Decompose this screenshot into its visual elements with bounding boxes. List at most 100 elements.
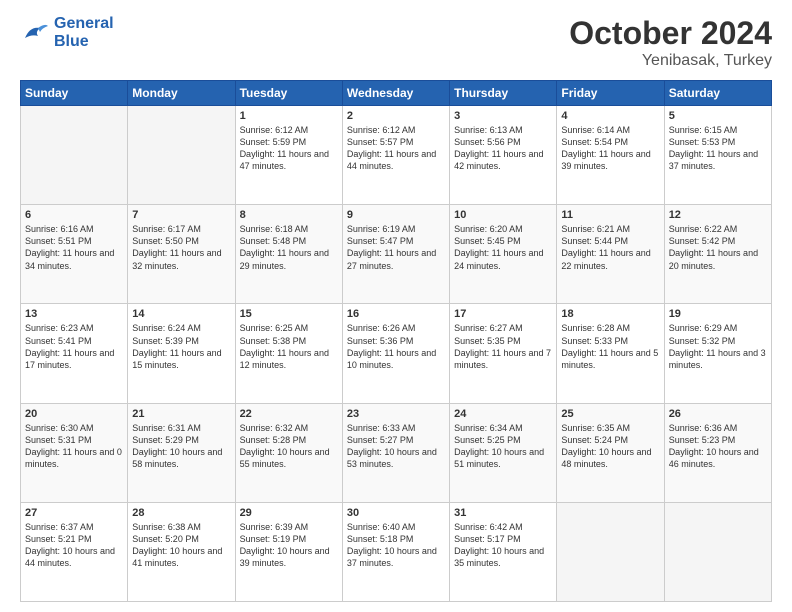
day-info: Sunrise: 6:30 AMSunset: 5:31 PMDaylight:… — [25, 422, 123, 471]
calendar-cell: 18 Sunrise: 6:28 AMSunset: 5:33 PMDayligh… — [557, 304, 664, 403]
day-number: 19 — [669, 308, 767, 320]
month-title: October 2024 — [569, 15, 772, 52]
day-info: Sunrise: 6:23 AMSunset: 5:41 PMDaylight:… — [25, 322, 123, 371]
day-number: 18 — [561, 308, 659, 320]
calendar-week-2: 6 Sunrise: 6:16 AMSunset: 5:51 PMDaylight… — [21, 205, 772, 304]
logo-icon — [20, 18, 50, 48]
calendar-cell: 24Sunrise: 6:34 AMSunset: 5:25 PMDayligh… — [450, 403, 557, 502]
day-info: Sunrise: 6:22 AMSunset: 5:42 PMDaylight:… — [669, 223, 767, 272]
day-info: Sunrise: 6:16 AMSunset: 5:51 PMDaylight:… — [25, 223, 123, 272]
day-number: 12 — [669, 209, 767, 221]
day-info: Sunrise: 6:20 AMSunset: 5:45 PMDaylight:… — [454, 223, 552, 272]
calendar-cell — [21, 106, 128, 205]
calendar-cell: 11Sunrise: 6:21 AMSunset: 5:44 PMDayligh… — [557, 205, 664, 304]
day-info: Sunrise: 6:36 AMSunset: 5:23 PMDaylight:… — [669, 422, 767, 471]
weekday-header-wednesday: Wednesday — [342, 81, 449, 106]
calendar-cell — [557, 502, 664, 601]
day-number: 7 — [132, 209, 230, 221]
day-info: Sunrise: 6:39 AMSunset: 5:19 PMDaylight:… — [240, 521, 338, 570]
day-info: Sunrise: 6:35 AMSunset: 5:24 PMDaylight:… — [561, 422, 659, 471]
calendar-cell: 23 Sunrise: 6:33 AMSunset: 5:27 PMDayligh… — [342, 403, 449, 502]
day-info: Sunrise: 6:12 AMSunset: 5:57 PMDaylight:… — [347, 124, 445, 173]
day-number: 15 — [240, 308, 338, 320]
weekday-header-thursday: Thursday — [450, 81, 557, 106]
day-info: Sunrise: 6:29 AMSunset: 5:32 PMDaylight:… — [669, 322, 767, 371]
day-number: 20 — [25, 408, 123, 420]
day-info: Sunrise: 6:31 AMSunset: 5:29 PMDaylight:… — [132, 422, 230, 471]
day-info: Sunrise: 6:18 AMSunset: 5:48 PMDaylight:… — [240, 223, 338, 272]
calendar-cell: 30 Sunrise: 6:40 AMSunset: 5:18 PMDayligh… — [342, 502, 449, 601]
day-number: 10 — [454, 209, 552, 221]
calendar-cell: 19 Sunrise: 6:29 AMSunset: 5:32 PMDayligh… — [664, 304, 771, 403]
day-info: Sunrise: 6:34 AMSunset: 5:25 PMDaylight:… — [454, 422, 552, 471]
day-number: 11 — [561, 209, 659, 221]
day-number: 1 — [240, 110, 338, 122]
calendar-week-4: 20 Sunrise: 6:30 AMSunset: 5:31 PMDayligh… — [21, 403, 772, 502]
day-number: 30 — [347, 507, 445, 519]
calendar-cell: 15Sunrise: 6:25 AMSunset: 5:38 PMDayligh… — [235, 304, 342, 403]
weekday-header-sunday: Sunday — [21, 81, 128, 106]
day-info: Sunrise: 6:33 AMSunset: 5:27 PMDaylight:… — [347, 422, 445, 471]
calendar-cell: 27 Sunrise: 6:37 AMSunset: 5:21 PMDayligh… — [21, 502, 128, 601]
calendar-table: SundayMondayTuesdayWednesdayThursdayFrid… — [20, 80, 772, 602]
calendar-cell: 7 Sunrise: 6:17 AMSunset: 5:50 PMDaylight… — [128, 205, 235, 304]
day-number: 22 — [240, 408, 338, 420]
calendar-cell: 13 Sunrise: 6:23 AMSunset: 5:41 PMDayligh… — [21, 304, 128, 403]
day-info: Sunrise: 6:13 AMSunset: 5:56 PMDaylight:… — [454, 124, 552, 173]
day-info: Sunrise: 6:37 AMSunset: 5:21 PMDaylight:… — [25, 521, 123, 570]
day-number: 5 — [669, 110, 767, 122]
day-info: Sunrise: 6:17 AMSunset: 5:50 PMDaylight:… — [132, 223, 230, 272]
weekday-header-monday: Monday — [128, 81, 235, 106]
day-number: 23 — [347, 408, 445, 420]
calendar-cell: 1 Sunrise: 6:12 AMSunset: 5:59 PMDaylight… — [235, 106, 342, 205]
calendar-cell: 8 Sunrise: 6:18 AMSunset: 5:48 PMDaylight… — [235, 205, 342, 304]
day-number: 8 — [240, 209, 338, 221]
calendar-cell: 21Sunrise: 6:31 AMSunset: 5:29 PMDayligh… — [128, 403, 235, 502]
day-info: Sunrise: 6:26 AMSunset: 5:36 PMDaylight:… — [347, 322, 445, 371]
day-number: 31 — [454, 507, 552, 519]
calendar-cell: 28Sunrise: 6:38 AMSunset: 5:20 PMDayligh… — [128, 502, 235, 601]
day-info: Sunrise: 6:19 AMSunset: 5:47 PMDaylight:… — [347, 223, 445, 272]
calendar-header-row: SundayMondayTuesdayWednesdayThursdayFrid… — [21, 81, 772, 106]
day-info: Sunrise: 6:15 AMSunset: 5:53 PMDaylight:… — [669, 124, 767, 173]
day-info: Sunrise: 6:14 AMSunset: 5:54 PMDaylight:… — [561, 124, 659, 173]
day-number: 27 — [25, 507, 123, 519]
calendar-cell: 9 Sunrise: 6:19 AMSunset: 5:47 PMDaylight… — [342, 205, 449, 304]
day-number: 26 — [669, 408, 767, 420]
day-number: 6 — [25, 209, 123, 221]
day-number: 29 — [240, 507, 338, 519]
calendar-week-1: 1 Sunrise: 6:12 AMSunset: 5:59 PMDaylight… — [21, 106, 772, 205]
day-info: Sunrise: 6:38 AMSunset: 5:20 PMDaylight:… — [132, 521, 230, 570]
day-number: 25 — [561, 408, 659, 420]
weekday-header-saturday: Saturday — [664, 81, 771, 106]
day-info: Sunrise: 6:28 AMSunset: 5:33 PMDaylight:… — [561, 322, 659, 371]
title-block: October 2024 Yenibasak, Turkey — [569, 15, 772, 70]
day-info: Sunrise: 6:27 AMSunset: 5:35 PMDaylight:… — [454, 322, 552, 371]
calendar-cell — [664, 502, 771, 601]
day-info: Sunrise: 6:24 AMSunset: 5:39 PMDaylight:… — [132, 322, 230, 371]
day-number: 14 — [132, 308, 230, 320]
calendar-cell: 6 Sunrise: 6:16 AMSunset: 5:51 PMDaylight… — [21, 205, 128, 304]
logo-text-blue: Blue — [54, 33, 89, 50]
day-number: 17 — [454, 308, 552, 320]
day-number: 16 — [347, 308, 445, 320]
day-info: Sunrise: 6:12 AMSunset: 5:59 PMDaylight:… — [240, 124, 338, 173]
calendar-cell: 2Sunrise: 6:12 AMSunset: 5:57 PMDaylight… — [342, 106, 449, 205]
header: General Blue October 2024 Yenibasak, Tur… — [20, 15, 772, 70]
calendar-cell: 10 Sunrise: 6:20 AMSunset: 5:45 PMDayligh… — [450, 205, 557, 304]
logo-text-general: General — [54, 15, 114, 32]
day-number: 3 — [454, 110, 552, 122]
calendar-cell: 12 Sunrise: 6:22 AMSunset: 5:42 PMDayligh… — [664, 205, 771, 304]
day-number: 13 — [25, 308, 123, 320]
calendar-cell: 16 Sunrise: 6:26 AMSunset: 5:36 PMDayligh… — [342, 304, 449, 403]
day-number: 9 — [347, 209, 445, 221]
page: General Blue October 2024 Yenibasak, Tur… — [0, 0, 792, 612]
calendar-cell: 31Sunrise: 6:42 AMSunset: 5:17 PMDayligh… — [450, 502, 557, 601]
day-number: 4 — [561, 110, 659, 122]
calendar-cell: 3 Sunrise: 6:13 AMSunset: 5:56 PMDaylight… — [450, 106, 557, 205]
calendar-cell: 22Sunrise: 6:32 AMSunset: 5:28 PMDayligh… — [235, 403, 342, 502]
day-info: Sunrise: 6:40 AMSunset: 5:18 PMDaylight:… — [347, 521, 445, 570]
calendar-cell — [128, 106, 235, 205]
calendar-body: 1 Sunrise: 6:12 AMSunset: 5:59 PMDaylight… — [21, 106, 772, 602]
calendar-cell: 25 Sunrise: 6:35 AMSunset: 5:24 PMDayligh… — [557, 403, 664, 502]
